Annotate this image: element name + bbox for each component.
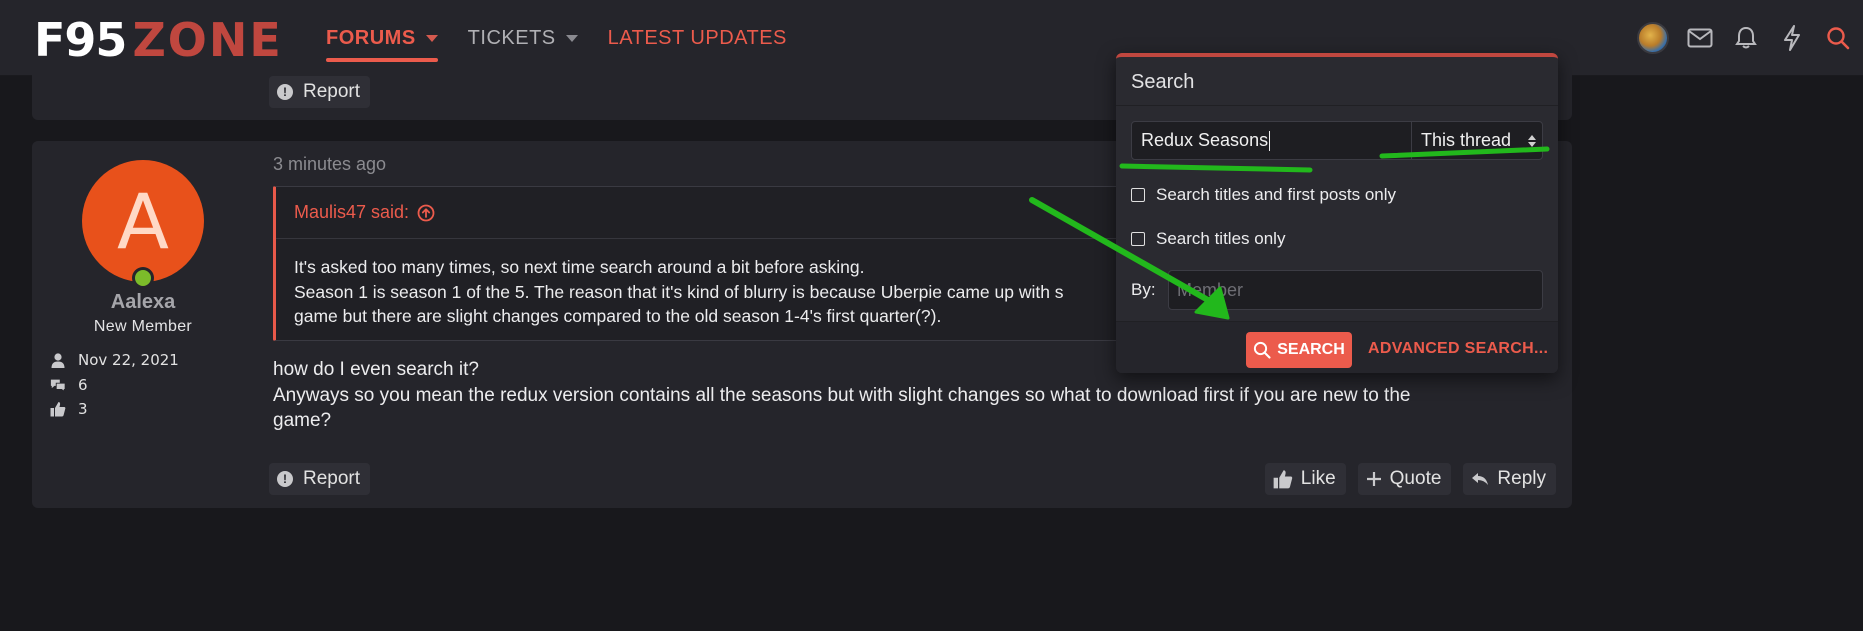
header-icons — [1637, 18, 1853, 58]
search-icon[interactable] — [1823, 23, 1853, 53]
stat-messages-value: 6 — [78, 375, 88, 394]
checkbox-icon[interactable] — [1131, 232, 1145, 246]
plus-icon — [1366, 472, 1381, 486]
alert-icon: ! — [277, 471, 293, 487]
search-scope-value: This thread — [1421, 130, 1512, 150]
search-button[interactable]: SEARCH — [1246, 332, 1352, 368]
report-button[interactable]: ! Report — [269, 463, 371, 495]
search-panel-title: Search — [1131, 71, 1195, 93]
report-button[interactable]: ! Report — [269, 76, 371, 108]
checkbox-label: Search titles only — [1156, 229, 1286, 248]
reply-label: Reply — [1497, 468, 1546, 489]
bolt-icon[interactable] — [1777, 23, 1807, 53]
checkbox-label: Search titles and first posts only — [1156, 185, 1397, 204]
stat-joined-value: Nov 22, 2021 — [78, 351, 179, 370]
avatar-initial: A — [117, 176, 169, 266]
site-logo[interactable]: F95 ZONE — [34, 16, 283, 64]
search-icon — [1254, 341, 1271, 359]
bell-icon[interactable] — [1731, 23, 1761, 53]
divider — [1116, 105, 1558, 106]
checkbox-icon[interactable] — [1131, 188, 1145, 202]
chevron-down-icon[interactable] — [425, 34, 438, 42]
post-line: game? — [273, 410, 332, 431]
like-label: Like — [1300, 468, 1336, 489]
user-stats: Nov 22, 2021 6 3 — [50, 348, 179, 422]
user-title: New Member — [93, 318, 193, 335]
mail-icon[interactable] — [1685, 23, 1715, 53]
nav-forums-label: FORUMS — [326, 26, 416, 49]
titles-only-checkbox[interactable]: Search titles only — [1131, 229, 1285, 249]
search-input[interactable]: Redux Seasons — [1132, 122, 1412, 159]
nav-latest-updates-label: LATEST UPDATES — [607, 26, 787, 49]
logo-f95: F95 — [34, 13, 127, 67]
post-timestamp[interactable]: 3 minutes ago — [273, 154, 386, 175]
online-status-icon — [132, 267, 154, 289]
report-label: Report — [303, 81, 361, 102]
alert-icon: ! — [277, 84, 293, 100]
user-icon — [50, 353, 66, 368]
like-button[interactable]: Like — [1264, 463, 1346, 495]
search-panel-footer: SEARCH ADVANCED SEARCH... — [1116, 322, 1558, 373]
arrow-up-circle-icon[interactable] — [417, 204, 435, 222]
quote-button[interactable]: Quote — [1357, 463, 1452, 495]
advanced-search-link[interactable]: ADVANCED SEARCH... — [1368, 340, 1548, 358]
reply-button[interactable]: Reply — [1463, 463, 1556, 495]
messages-icon — [50, 378, 66, 392]
stat-reactions-value: 3 — [78, 400, 88, 419]
stat-messages: 6 — [50, 373, 179, 398]
quote-label: Quote — [1389, 468, 1442, 489]
thumbs-up-icon — [50, 401, 66, 417]
by-label: By: — [1131, 280, 1156, 299]
search-input-value: Redux Seasons — [1141, 130, 1269, 150]
post-line: Anyways so you mean the redux version co… — [273, 384, 1411, 406]
thumbs-up-icon — [1273, 470, 1293, 489]
user-avatar[interactable] — [1637, 22, 1669, 54]
stat-joined: Nov 22, 2021 — [50, 348, 179, 373]
username[interactable]: Aalexa — [32, 291, 254, 314]
quote-author: Maulis47 said: — [294, 202, 410, 222]
logo-zone: ZONE — [132, 13, 283, 67]
select-arrows-icon — [1528, 134, 1536, 147]
post-actions: Like Quote Reply — [1264, 463, 1556, 495]
search-scope-select[interactable]: This thread — [1412, 122, 1542, 159]
reply-icon — [1472, 473, 1489, 485]
chevron-down-icon[interactable] — [565, 34, 578, 42]
search-dropdown: Search Redux Seasons This thread Search … — [1116, 53, 1558, 373]
nav-tickets-label: TICKETS — [467, 26, 556, 49]
search-input-group: Redux Seasons This thread — [1131, 121, 1543, 160]
report-label: Report — [303, 468, 361, 489]
avatar[interactable]: A — [82, 160, 204, 282]
titles-first-posts-checkbox[interactable]: Search titles and first posts only — [1131, 185, 1396, 205]
search-button-label: SEARCH — [1277, 341, 1345, 358]
member-field[interactable]: Member — [1168, 270, 1543, 310]
stat-reactions: 3 — [50, 397, 179, 422]
